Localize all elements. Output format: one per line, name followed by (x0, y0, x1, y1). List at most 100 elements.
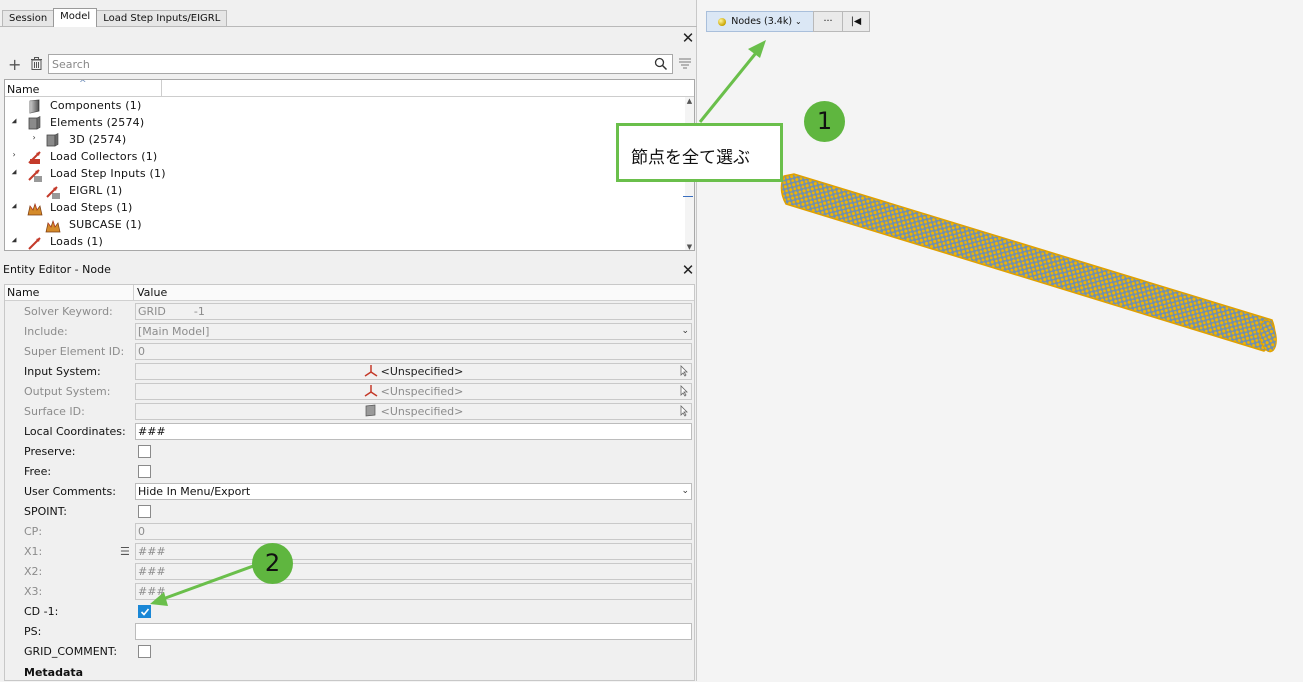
prop-label: CP: (24, 525, 43, 538)
column-divider[interactable] (133, 285, 134, 301)
splitter-marker[interactable] (683, 196, 693, 197)
tree-row-load-collectors[interactable]: › Load Collectors (1) (5, 149, 685, 166)
chevron-down-icon[interactable]: ⌄ (681, 324, 689, 339)
prop-label: Output System: (24, 385, 111, 398)
arrowhead-icon (748, 40, 766, 58)
browser-tabs: Session Model Load Step Inputs/EIGRL (2, 8, 228, 27)
collapse-arrow-icon[interactable]: › (29, 133, 39, 142)
chevron-down-icon[interactable]: ⌄ (681, 484, 689, 499)
tree-row-load-step-inputs[interactable]: ◢ Load Step Inputs (1) (5, 166, 685, 183)
prop-label: User Comments: (24, 485, 116, 498)
prop-row-local-coordinates: Local Coordinates: ### (5, 422, 694, 442)
tree-row-3d[interactable]: › 3D (2574) (5, 132, 685, 149)
output-system-selector[interactable]: <Unspecified> (135, 383, 692, 400)
cd-checkbox[interactable] (138, 605, 151, 618)
prop-row-super-element-id: Super Element ID: 0 (5, 342, 694, 362)
prop-row-surface-id: Surface ID: <Unspecified> (5, 402, 694, 422)
tab-session[interactable]: Session (2, 10, 55, 27)
prop-row-x3: X3: ### (5, 582, 694, 602)
component-icon (29, 99, 40, 114)
user-comments-select[interactable]: Hide In Menu/Export ⌄ (135, 483, 692, 500)
tree-row-components[interactable]: Components (1) (5, 98, 685, 115)
cursor-pick-icon[interactable] (680, 385, 688, 397)
elements-icon (28, 116, 41, 130)
nodes-selector-label: Nodes (3.4k) (731, 16, 793, 27)
search-icon[interactable] (654, 57, 668, 71)
column-divider[interactable] (161, 80, 162, 97)
add-icon[interactable]: + (8, 55, 21, 74)
prop-row-cp: CP: 0 (5, 522, 694, 542)
tab-model[interactable]: Model (53, 8, 98, 27)
cursor-pick-icon[interactable] (680, 365, 688, 377)
step-badge-1: 1 (804, 101, 845, 142)
input-system-value: <Unspecified> (380, 365, 464, 378)
tab-load-step-inputs-eigrl[interactable]: Load Step Inputs/EIGRL (96, 10, 228, 27)
prop-row-metadata: Metadata (5, 662, 694, 682)
cursor-pick-icon[interactable] (680, 405, 688, 417)
surface-id-selector[interactable]: <Unspecified> (135, 403, 692, 420)
local-coordinates-field[interactable]: ### (135, 423, 692, 440)
expand-arrow-icon[interactable]: ◢ (9, 201, 19, 210)
include-value: [Main Model] (138, 325, 210, 338)
expand-arrow-icon[interactable]: ◢ (9, 235, 19, 244)
include-select[interactable]: [Main Model] ⌄ (135, 323, 692, 340)
search-box[interactable] (48, 54, 673, 74)
tree-row-loads[interactable]: ◢ Loads (1) (5, 234, 685, 250)
search-input[interactable] (49, 55, 654, 73)
prop-row-preserve: Preserve: (5, 442, 694, 462)
sort-caret-icon[interactable]: ^ (79, 80, 87, 89)
nodes-selector-button[interactable]: Nodes (3.4k) ⌄ (706, 11, 814, 32)
more-options-button[interactable]: ··· (813, 11, 843, 32)
tree-row-label: 3D (2574) (69, 133, 127, 146)
cp-field: 0 (135, 523, 692, 540)
tree-row-label: Elements (2574) (50, 116, 145, 129)
prop-row-cd: CD -1: (5, 602, 694, 622)
expand-arrow-icon[interactable]: ◢ (9, 167, 19, 176)
prop-label: Surface ID: (24, 405, 85, 418)
free-checkbox[interactable] (138, 465, 151, 478)
super-element-id-field: 0 (135, 343, 692, 360)
close-entity-editor-icon[interactable]: ✕ (681, 263, 695, 278)
prop-label: Local Coordinates: (24, 425, 126, 438)
prop-label: X1: (24, 545, 43, 558)
node-dot-icon (718, 17, 727, 26)
ps-field[interactable] (135, 623, 692, 640)
tree-row-load-steps[interactable]: ◢ Load Steps (1) (5, 200, 685, 217)
grid-column-value: Value (137, 286, 168, 299)
browser-toolbar: + (0, 53, 697, 75)
prop-label: Preserve: (24, 445, 76, 458)
tree-row-elements[interactable]: ◢ Elements (2574) (5, 115, 685, 132)
checkmark-icon (140, 608, 150, 616)
prop-row-ps: PS: (5, 622, 694, 642)
expand-arrow-icon[interactable]: ◢ (9, 116, 19, 125)
tree-row-eigrl[interactable]: EIGRL (1) (5, 183, 685, 200)
close-browser-icon[interactable]: ✕ (681, 31, 695, 46)
preserve-checkbox[interactable] (138, 445, 151, 458)
collapse-arrow-icon[interactable]: › (9, 150, 19, 159)
load-step-input-icon (46, 186, 60, 199)
x1-field: ### (135, 543, 692, 560)
spoint-checkbox[interactable] (138, 505, 151, 518)
reset-selection-button[interactable]: |◀ (842, 11, 870, 32)
prop-label: Include: (24, 325, 68, 338)
metadata-section-label[interactable]: Metadata (24, 666, 83, 679)
tree-row-label: Load Collectors (1) (50, 150, 158, 163)
arrow-to-nodes-selector (698, 47, 762, 123)
scroll-down-icon[interactable]: ▼ (685, 243, 694, 250)
chevron-down-icon[interactable]: ⌄ (795, 17, 802, 26)
prop-label: Solver Keyword: (24, 305, 113, 318)
x3-field: ### (135, 583, 692, 600)
prop-label: SPOINT: (24, 505, 67, 518)
input-system-selector[interactable]: <Unspecified> (135, 363, 692, 380)
prop-label: Super Element ID: (24, 345, 125, 358)
menu-icon[interactable]: ☰ (120, 545, 130, 558)
tree-column-name[interactable]: Name (7, 83, 39, 96)
delete-icon[interactable] (31, 57, 42, 70)
tree-row-subcase[interactable]: SUBCASE (1) (5, 217, 685, 234)
entity-editor-title: Entity Editor - Node (3, 263, 111, 276)
filter-icon[interactable] (678, 56, 692, 72)
prop-label: X2: (24, 565, 43, 578)
prop-label: X3: (24, 585, 43, 598)
grid-comment-checkbox[interactable] (138, 645, 151, 658)
scroll-up-icon[interactable]: ▲ (685, 97, 694, 105)
